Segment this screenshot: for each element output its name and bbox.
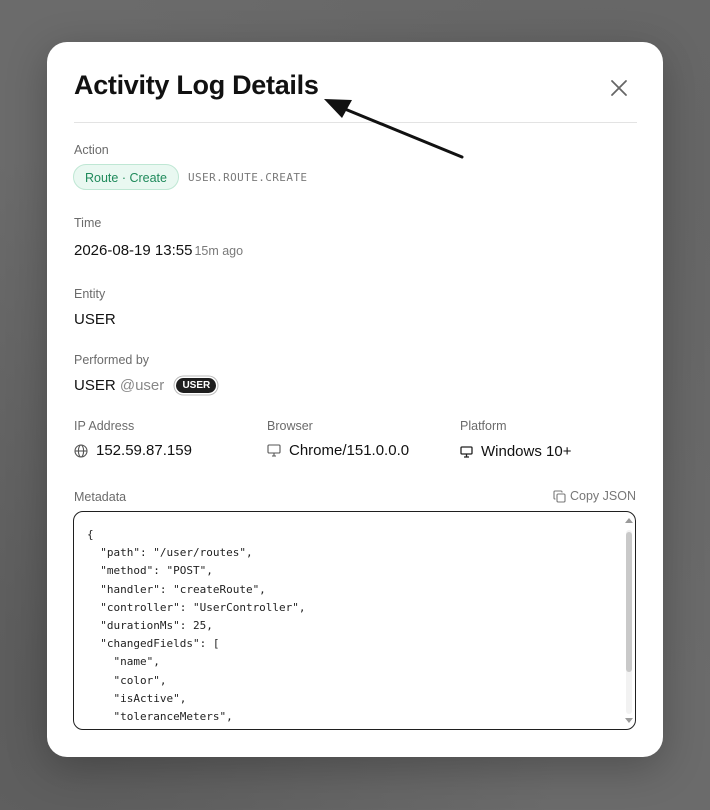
modal-title: Activity Log Details xyxy=(74,70,319,100)
metadata-scrollbar[interactable] xyxy=(624,518,633,723)
browser-row: Chrome/151.0.0.0 xyxy=(267,442,409,459)
metadata-label: Metadata xyxy=(74,490,127,504)
performed-by-label: Performed by xyxy=(74,353,150,367)
scroll-down-icon[interactable] xyxy=(625,718,633,723)
metadata-json: { "path": "/user/routes", "method": "POS… xyxy=(87,528,306,729)
platform-row: Windows 10+ xyxy=(460,443,571,460)
copy-json-button[interactable]: Copy JSON xyxy=(553,489,636,503)
scroll-thumb[interactable] xyxy=(626,532,632,672)
entity-label: Entity xyxy=(74,287,106,301)
performed-by-handle: @user xyxy=(119,377,165,394)
performed-by-name: USER xyxy=(74,377,116,394)
action-label: Action xyxy=(74,143,109,157)
performed-by-row: USER @user USER xyxy=(74,377,217,394)
copy-json-label: Copy JSON xyxy=(570,489,636,503)
browser-value: Chrome/151.0.0.0 xyxy=(289,442,410,459)
close-button[interactable] xyxy=(607,76,631,100)
platform-value: Windows 10+ xyxy=(481,443,572,460)
header-divider xyxy=(74,122,637,123)
time-value: 2026-08-19 13:55 xyxy=(74,242,193,259)
platform-label: Platform xyxy=(460,419,507,433)
time-relative: 15m ago xyxy=(194,244,244,258)
ip-value: 152.59.87.159 xyxy=(96,442,192,459)
action-code: USER.ROUTE.CREATE xyxy=(188,171,308,184)
monitor-icon xyxy=(267,444,281,457)
metadata-json-box[interactable]: { "path": "/user/routes", "method": "POS… xyxy=(73,511,636,730)
ip-label: IP Address xyxy=(74,419,135,433)
close-icon xyxy=(610,79,628,97)
entity-value: USER xyxy=(74,311,116,328)
monitor-icon xyxy=(460,445,473,458)
browser-label: Browser xyxy=(267,419,313,433)
action-badge: Route · Create xyxy=(73,164,179,190)
role-badge: USER xyxy=(176,378,217,393)
copy-icon xyxy=(553,489,566,503)
scroll-up-icon[interactable] xyxy=(625,518,633,523)
time-value-row: 2026-08-19 13:55 15m ago xyxy=(74,242,243,259)
ip-row: 152.59.87.159 xyxy=(74,442,192,459)
activity-log-modal: Activity Log Details Action Route · Crea… xyxy=(47,42,663,757)
globe-icon xyxy=(74,443,88,458)
time-label: Time xyxy=(74,216,102,230)
